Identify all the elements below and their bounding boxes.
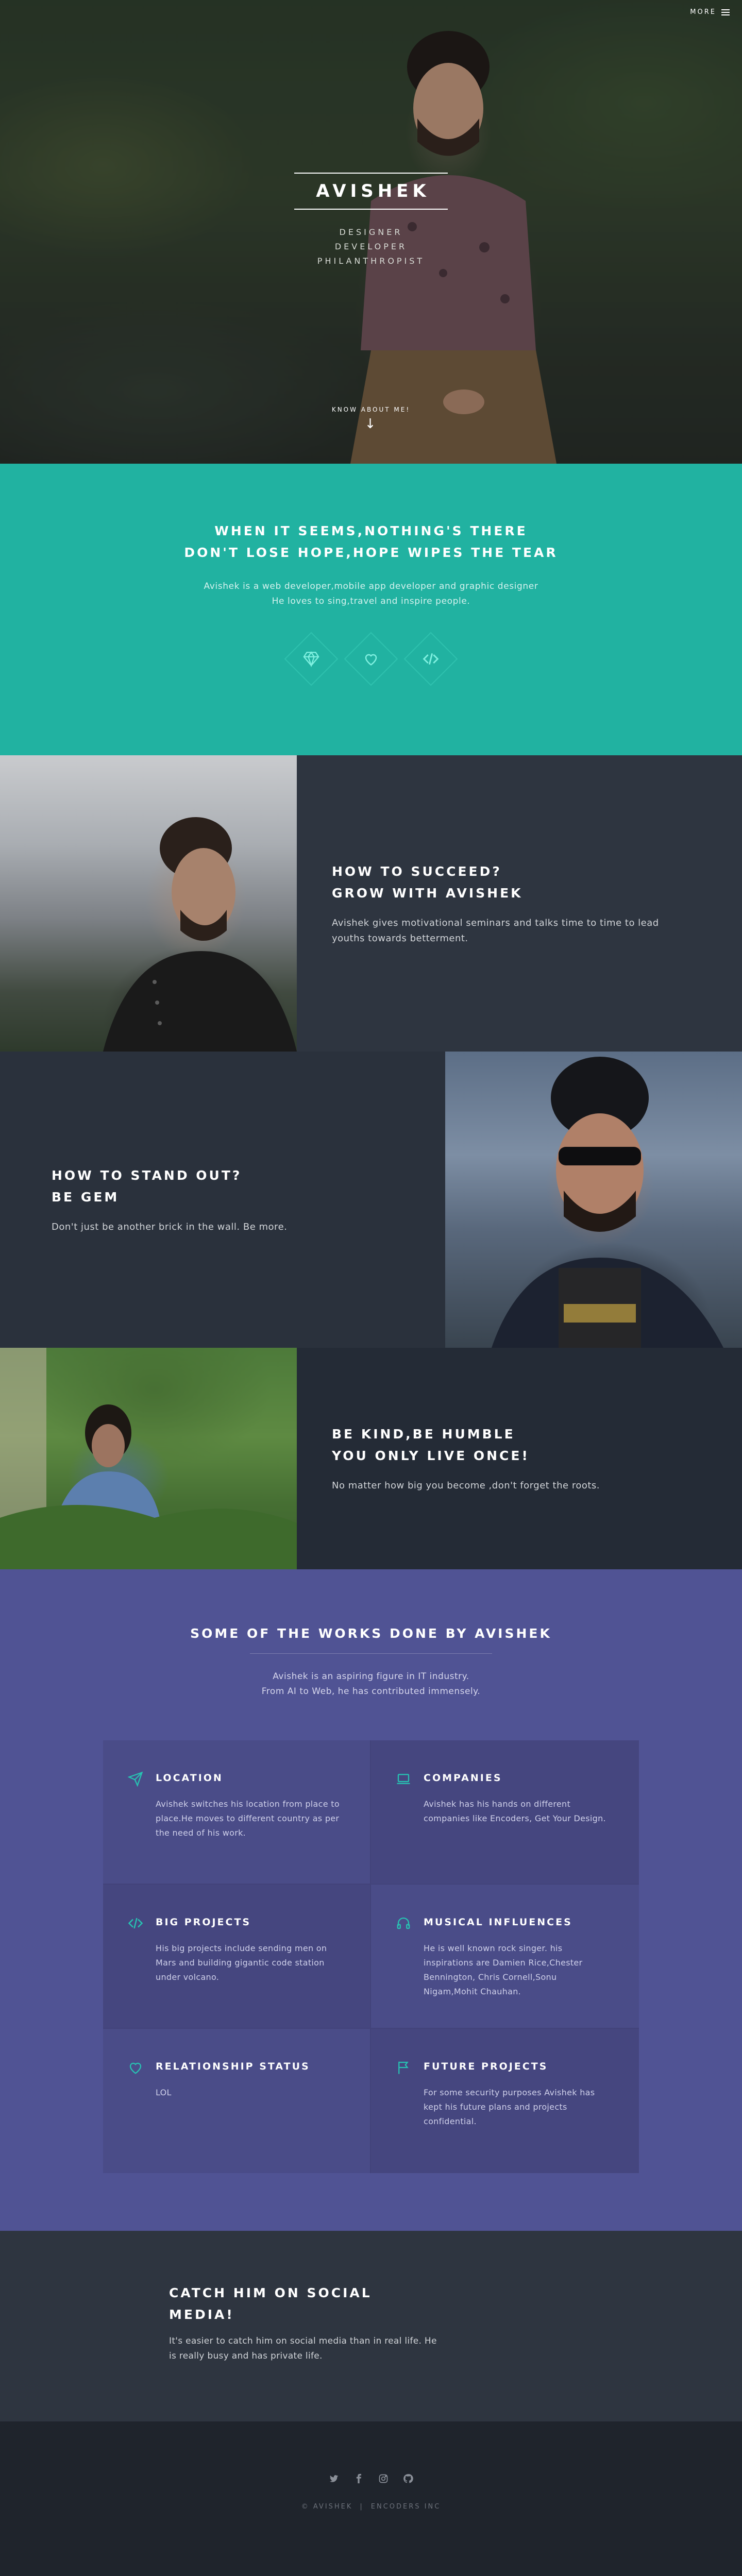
hero-role: PHILANTHROPIST — [317, 256, 425, 266]
paper-plane-icon — [128, 1771, 143, 1787]
section-title: HOW TO SUCCEED? GROW WITH AVISHEK — [332, 861, 685, 904]
hero-role: DEVELOPER — [334, 242, 408, 251]
intro-text-line: He loves to sing,travel and inspire peop… — [272, 596, 470, 606]
feature-companies: COMPANIES Avishek has his hands on diffe… — [371, 1740, 639, 1885]
feature-title: FUTURE PROJECTS — [424, 2061, 548, 2072]
copyright-owner: © AVISHEK — [301, 2503, 353, 2511]
flag-icon — [398, 2061, 409, 2074]
know-about-me-link[interactable]: KNOW ABOUT ME! ↓ — [0, 406, 742, 431]
laptop-icon — [397, 1774, 410, 1784]
feature-big-projects: BIG PROJECTS His big projects include se… — [103, 1885, 371, 2029]
section-description: Avishek gives motivational seminars and … — [332, 917, 659, 944]
copyright-company: ENCODERS INC — [370, 2503, 441, 2511]
feature-musical-influences: MUSICAL INFLUENCES He is well known rock… — [371, 1885, 639, 2029]
works-section: SOME OF THE WORKS DONE BY AVISHEK Avishe… — [0, 1569, 742, 2231]
section-title-line: YOU ONLY LIVE ONCE! — [332, 1448, 530, 1463]
arrow-down-icon: ↓ — [364, 416, 378, 432]
feature-title: RELATIONSHIP STATUS — [156, 2061, 310, 2072]
section-title-line: HOW TO SUCCEED? — [332, 863, 502, 879]
feature-spotlight-be-kind: BE KIND,BE HUMBLE YOU ONLY LIVE ONCE! No… — [0, 1348, 742, 1569]
feature-title: LOCATION — [156, 1772, 223, 1784]
intro-section: WHEN IT SEEMS,NOTHING'S THERE DON'T LOSE… — [0, 464, 742, 755]
hero-content: AVISHEK DESIGNER DEVELOPER PHILANTHROPIS… — [0, 173, 742, 268]
heart-icon — [129, 2062, 142, 2074]
divider — [250, 1653, 492, 1654]
twitter-icon[interactable] — [328, 2473, 340, 2484]
intro-text: Avishek is a web developer,mobile app de… — [0, 579, 742, 609]
copyright: © AVISHEK | ENCODERS INC — [301, 2503, 441, 2511]
github-icon[interactable] — [402, 2473, 414, 2484]
feature-title: BIG PROJECTS — [156, 1917, 251, 1928]
works-description-line: From AI to Web, he has contributed immen… — [261, 1686, 481, 1697]
section-title: BE KIND,BE HUMBLE YOU ONLY LIVE ONCE! — [332, 1423, 685, 1467]
feature-future-projects: FUTURE PROJECTS For some security purpos… — [371, 2029, 639, 2173]
intro-heading-line: WHEN IT SEEMS,NOTHING'S THERE — [214, 523, 528, 538]
feature-location: LOCATION Avishek switches his location f… — [103, 1740, 371, 1885]
code-icon — [128, 1918, 143, 1929]
feature-spotlight-text: HOW TO STAND OUT? BE GEM Don't just be a… — [0, 1052, 445, 1348]
section-title-line: BE KIND,BE HUMBLE — [332, 1427, 515, 1442]
hero-title: AVISHEK — [294, 173, 448, 210]
social-title: CATCH HIM ON SOCIAL MEDIA! — [169, 2285, 372, 2322]
facebook-icon[interactable] — [353, 2473, 364, 2484]
code-icon-tile[interactable] — [403, 632, 458, 686]
code-icon — [423, 653, 439, 665]
hero-banner: MORE AVISHEK DESIGNER DEVELOPER PHILANTH… — [0, 0, 742, 464]
more-menu-button[interactable]: MORE — [690, 8, 730, 16]
intro-icon-row — [0, 632, 742, 686]
diamond-icon-tile[interactable] — [284, 632, 339, 686]
section-title-line: HOW TO STAND OUT? — [52, 1167, 242, 1183]
works-heading: SOME OF THE WORKS DONE BY AVISHEK — [190, 1626, 552, 1641]
feature-text: For some security purposes Avishek has k… — [424, 2088, 595, 2126]
section-description: No matter how big you become ,don't forg… — [332, 1480, 600, 1491]
social-icon-row — [0, 2473, 742, 2484]
portrait-image — [445, 1052, 742, 1348]
instagram-icon[interactable] — [378, 2473, 389, 2484]
more-label: MORE — [690, 8, 716, 16]
feature-text: His big projects include sending men on … — [156, 1943, 327, 1982]
intro-heading-line: DON'T LOSE HOPE,HOPE WIPES THE TEAR — [184, 545, 558, 560]
works-feature-grid: LOCATION Avishek switches his location f… — [103, 1740, 639, 2173]
feature-spotlight-succeed: HOW TO SUCCEED? GROW WITH AVISHEK Avishe… — [0, 755, 742, 1052]
portrait-image — [0, 755, 297, 1052]
social-section: CATCH HIM ON SOCIAL MEDIA! It's easier t… — [0, 2231, 742, 2421]
section-description: Don't just be another brick in the wall.… — [52, 1221, 288, 1232]
portrait-image — [0, 1348, 297, 1569]
feature-title: COMPANIES — [424, 1772, 502, 1784]
hero-roles: DESIGNER DEVELOPER PHILANTHROPIST — [0, 225, 742, 268]
feature-relationship-status: RELATIONSHIP STATUS LOL — [103, 2029, 371, 2173]
headphones-icon — [397, 1917, 410, 1929]
feature-text: Avishek has his hands on different compa… — [424, 1799, 606, 1823]
footer: © AVISHEK | ENCODERS INC — [0, 2421, 742, 2576]
social-text: It's easier to catch him on social media… — [169, 2336, 437, 2361]
section-title-line: BE GEM — [52, 1189, 120, 1205]
works-description-line: Avishek is an aspiring figure in IT indu… — [273, 1671, 469, 1682]
works-description: Avishek is an aspiring figure in IT indu… — [0, 1669, 742, 1699]
section-title: HOW TO STAND OUT? BE GEM — [52, 1165, 383, 1208]
diamond-icon — [303, 651, 319, 668]
heart-icon — [365, 654, 377, 666]
feature-text: Avishek switches his location from place… — [156, 1799, 340, 1838]
feature-title: MUSICAL INFLUENCES — [424, 1917, 572, 1928]
feature-spotlight-text: HOW TO SUCCEED? GROW WITH AVISHEK Avishe… — [297, 755, 742, 1052]
intro-heading: WHEN IT SEEMS,NOTHING'S THERE DON'T LOSE… — [0, 520, 742, 564]
intro-text-line: Avishek is a web developer,mobile app de… — [204, 581, 538, 591]
feature-spotlight-stand-out: HOW TO STAND OUT? BE GEM Don't just be a… — [0, 1052, 742, 1348]
know-about-me-label: KNOW ABOUT ME! — [331, 406, 411, 413]
feature-spotlight-text: BE KIND,BE HUMBLE YOU ONLY LIVE ONCE! No… — [297, 1348, 742, 1569]
feature-text: LOL — [156, 2088, 172, 2097]
heart-icon-tile[interactable] — [344, 632, 398, 686]
feature-text: He is well known rock singer. his inspir… — [424, 1943, 583, 1996]
hero-role: DESIGNER — [339, 227, 403, 237]
section-title-line: GROW WITH AVISHEK — [332, 885, 523, 901]
hamburger-menu-icon — [721, 9, 730, 15]
